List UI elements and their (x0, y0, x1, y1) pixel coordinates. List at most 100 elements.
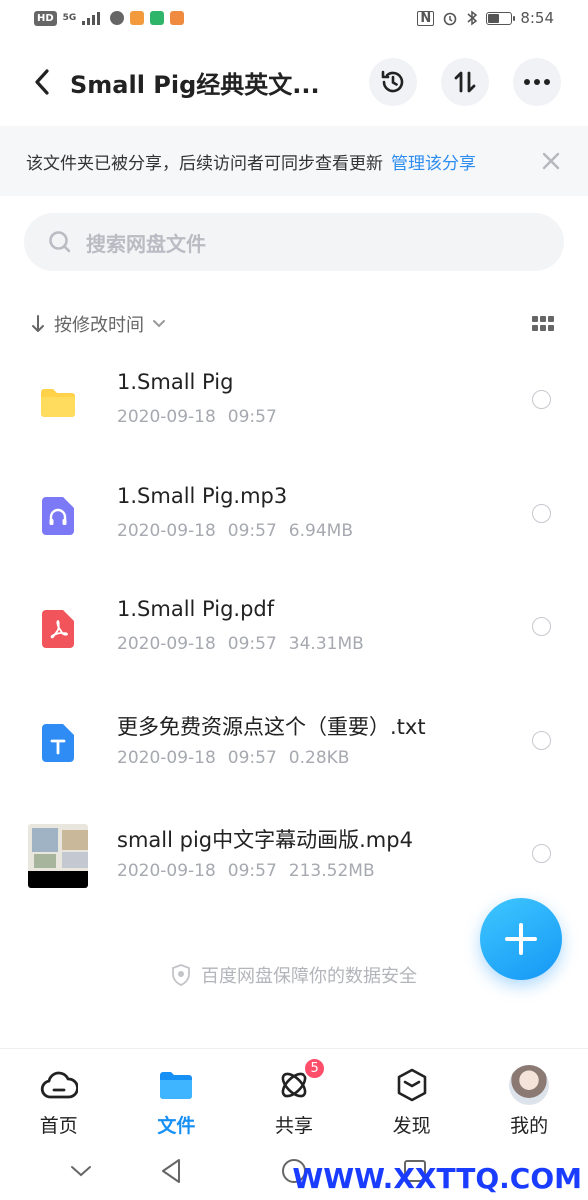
page-title: Small Pig经典英文... (70, 70, 320, 99)
text-file-icon (28, 715, 88, 771)
app-notification-icon (130, 11, 145, 25)
app-notification-icon (170, 11, 185, 25)
list-item[interactable]: 1.Small Pig.pdf 2020-09-18 09:57 34.31MB (0, 579, 588, 693)
manage-share-link[interactable]: 管理该分享 (391, 149, 476, 174)
select-checkbox[interactable] (532, 617, 551, 636)
close-icon[interactable] (540, 150, 562, 172)
app-notification-icon (150, 11, 165, 25)
tab-label: 首页 (39, 1115, 78, 1137)
file-meta: 2020-09-18 09:57 6.94MB (117, 521, 353, 541)
more-button[interactable] (513, 58, 561, 106)
hd-indicator: HD (34, 10, 57, 26)
tab-share[interactable]: 5 共享 (235, 1049, 353, 1140)
file-name: small pig中文字幕动画版.mp4 (117, 828, 413, 852)
file-list: 1.Small Pig 2020-09-18 09:57 1.Small Pig.… (0, 352, 588, 920)
shield-icon (172, 964, 190, 986)
file-size: 6.94MB (288, 520, 353, 541)
status-left-group: HD 5G (34, 10, 185, 26)
file-meta: 2020-09-18 09:57 (117, 407, 277, 427)
search-icon (49, 231, 71, 253)
file-date: 2020-09-18 (117, 747, 216, 768)
watermark: WWW.XXTTQ.COM (292, 1162, 582, 1195)
grid-view-icon[interactable] (532, 316, 554, 332)
video-thumbnail-image (28, 824, 88, 888)
file-time: 09:57 (227, 861, 277, 881)
back-button[interactable] (22, 62, 62, 102)
avatar (509, 1065, 550, 1105)
status-right-group: N 8:54 (417, 9, 554, 27)
battery-icon (486, 11, 516, 25)
tab-label: 发现 (392, 1115, 431, 1137)
file-name: 1.Small Pig (117, 370, 234, 394)
file-time: 09:57 (227, 747, 277, 768)
nav-back-icon[interactable] (156, 1156, 186, 1186)
list-item[interactable]: 更多免费资源点这个（重要）.txt 2020-09-18 09:57 0.28KB (0, 693, 588, 807)
network-type: 5G (62, 13, 77, 23)
bluetooth-icon (467, 10, 478, 26)
file-name: 1.Small Pig.mp3 (117, 483, 288, 508)
notification-badge: 5 (303, 1057, 327, 1080)
file-size: 213.52MB (288, 861, 375, 881)
share-banner-text: 该文件夹已被分享，后续访问者可同步查看更新 (26, 153, 383, 174)
file-date: 2020-09-18 (117, 520, 216, 541)
sort-row: 按修改时间 (0, 304, 588, 344)
tab-home[interactable]: 首页 (0, 1049, 118, 1140)
file-size: 34.31MB (288, 634, 364, 654)
list-item[interactable]: 1.Small Pig 2020-09-18 09:57 (0, 352, 588, 466)
file-time: 09:57 (227, 634, 277, 654)
header: Small Pig经典英文... (0, 52, 588, 112)
file-meta: 2020-09-18 09:57 0.28KB (117, 748, 349, 768)
tab-label: 文件 (157, 1115, 196, 1137)
tab-me[interactable]: 我的 (470, 1049, 588, 1140)
status-bar: HD 5G N 8:54 (0, 0, 588, 36)
file-meta: 2020-09-18 09:57 34.31MB (117, 634, 364, 654)
file-name: 1.Small Pig.pdf (117, 597, 275, 621)
share-banner: 该文件夹已被分享，后续访问者可同步查看更新 管理该分享 (0, 126, 588, 196)
select-checkbox[interactable] (532, 844, 551, 863)
pdf-file-icon (28, 601, 88, 657)
nav-collapse-icon[interactable] (66, 1156, 96, 1186)
folder-icon (28, 374, 88, 430)
sort-label[interactable]: 按修改时间 (54, 311, 144, 337)
tab-discover[interactable]: 发现 (353, 1049, 471, 1140)
history-icon (381, 70, 404, 93)
tab-files[interactable]: 文件 (118, 1049, 236, 1140)
video-thumbnail (28, 824, 88, 888)
file-size: 0.28KB (288, 747, 350, 768)
file-date: 2020-09-18 (117, 407, 216, 427)
file-date: 2020-09-18 (117, 634, 216, 654)
select-checkbox[interactable] (532, 503, 551, 523)
transfer-button[interactable] (441, 58, 489, 106)
file-time: 09:57 (227, 407, 277, 427)
clock: 8:54 (520, 9, 554, 27)
file-date: 2020-09-18 (117, 861, 216, 881)
search-input[interactable]: 搜索网盘文件 (24, 213, 564, 271)
history-button[interactable] (369, 58, 417, 106)
app-notification-icon (110, 11, 125, 25)
battery-fill (488, 13, 500, 23)
file-name: 更多免费资源点这个（重要）.txt (117, 714, 426, 739)
tab-label: 共享 (274, 1115, 313, 1137)
security-note: 百度网盘保障你的数据安全 (0, 962, 588, 988)
bottom-tab-bar: 首页 文件 5 共享 发现 我的 (0, 1048, 588, 1140)
cloud-icon (39, 1065, 79, 1105)
security-note-text: 百度网盘保障你的数据安全 (201, 966, 417, 987)
file-time: 09:57 (227, 520, 277, 541)
folder-icon (156, 1065, 196, 1105)
chevron-down-icon[interactable] (152, 319, 166, 329)
alarm-icon (444, 12, 457, 26)
nfc-icon: N (417, 10, 435, 26)
tab-label: 我的 (510, 1115, 549, 1137)
chevron-left-icon (35, 69, 49, 95)
select-checkbox[interactable] (532, 730, 551, 750)
select-checkbox[interactable] (532, 390, 551, 409)
file-meta: 2020-09-18 09:57 213.52MB (117, 861, 375, 881)
search-placeholder: 搜索网盘文件 (86, 231, 206, 256)
list-item[interactable]: 1.Small Pig.mp3 2020-09-18 09:57 6.94MB (0, 466, 588, 580)
more-horizontal-icon (524, 79, 550, 85)
arrow-down-icon[interactable] (30, 314, 46, 334)
discover-cube-icon (392, 1065, 432, 1105)
audio-file-icon (28, 488, 88, 544)
signal-icon (82, 11, 104, 25)
up-down-arrows-icon (454, 71, 476, 93)
